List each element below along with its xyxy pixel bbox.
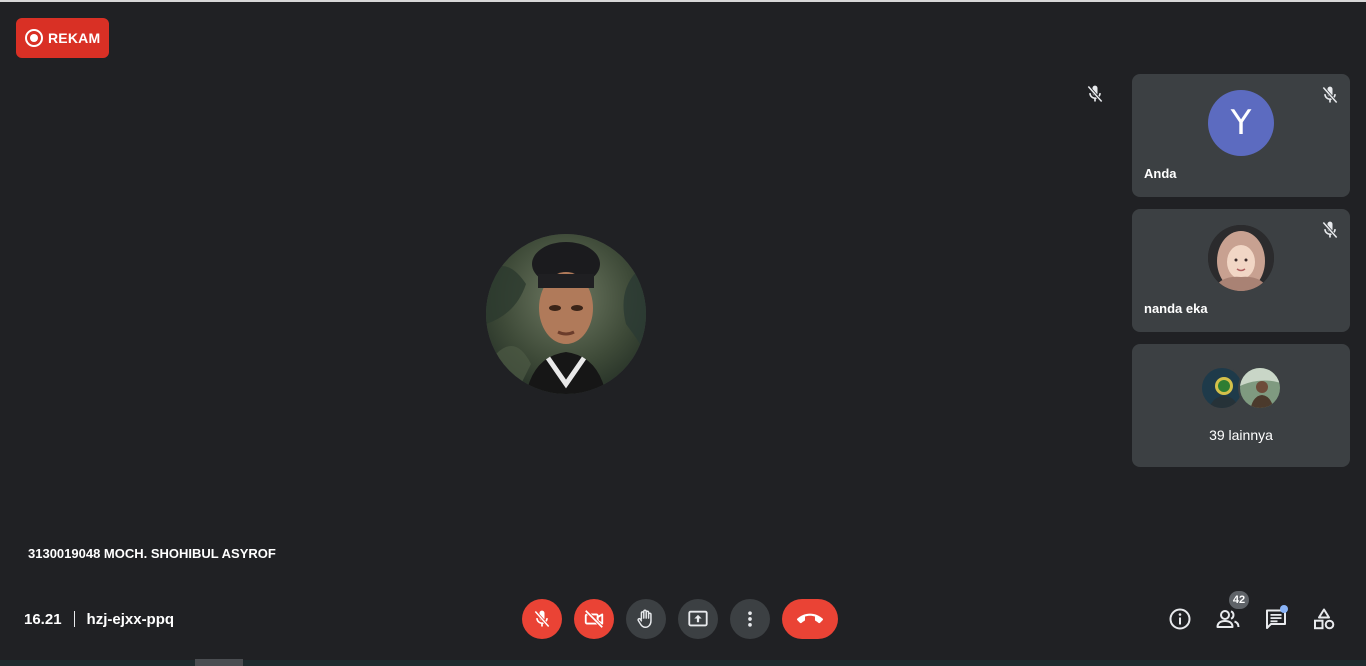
mic-off-icon: [1087, 85, 1103, 103]
taskbar-item[interactable]: [195, 659, 243, 666]
microphone-toggle-button[interactable]: [522, 599, 562, 639]
activities-icon: [1314, 608, 1335, 630]
participant-name: Anda: [1144, 166, 1177, 181]
end-call-icon: [797, 613, 823, 624]
meeting-code: hzj-ejxx-ppq: [86, 610, 175, 628]
participant-name: nanda eka: [1144, 301, 1208, 316]
others-tile[interactable]: 39 lainnya: [1132, 344, 1350, 467]
others-count-label: 39 lainnya: [1209, 427, 1273, 443]
window-top-edge: [0, 0, 1366, 2]
present-screen-button[interactable]: [678, 599, 718, 639]
divider: [73, 611, 75, 627]
info-icon: [1169, 608, 1191, 630]
speaker-name: 3130019048 MOCH. SHOHIBUL ASYROF: [28, 546, 276, 561]
avatar: [1208, 225, 1274, 291]
avatar: [1238, 366, 1282, 410]
record-button[interactable]: REKAM: [16, 18, 109, 58]
raise-hand-button[interactable]: [626, 599, 666, 639]
mic-off-icon: [1322, 221, 1338, 239]
more-options-icon: [748, 611, 752, 627]
participants-button[interactable]: [1215, 606, 1241, 632]
unread-chat-indicator: [1280, 605, 1288, 613]
more-options-button[interactable]: [730, 599, 770, 639]
participant-tile-self[interactable]: Y Anda: [1132, 74, 1350, 197]
camera-toggle-button[interactable]: [574, 599, 614, 639]
participant-count-badge: 42: [1229, 591, 1249, 609]
people-icon: [1216, 610, 1240, 628]
speaker-avatar: [486, 234, 646, 394]
present-screen-icon: [688, 610, 708, 627]
mic-off-icon: [534, 610, 550, 628]
mic-off-icon: [1322, 86, 1338, 104]
leave-call-button[interactable]: [782, 599, 838, 639]
record-label: REKAM: [48, 30, 101, 46]
clock-time: 16.21: [24, 610, 62, 628]
avatar: Y: [1208, 90, 1274, 156]
raise-hand-icon: [637, 609, 652, 628]
participant-tile-nanda-eka[interactable]: nanda eka: [1132, 209, 1350, 332]
camera-off-icon: [584, 609, 604, 629]
record-icon: [25, 29, 43, 47]
meeting-info-button[interactable]: [1167, 606, 1193, 632]
meeting-details: 16.21 hzj-ejxx-ppq: [24, 609, 174, 629]
activities-button[interactable]: [1311, 606, 1337, 632]
